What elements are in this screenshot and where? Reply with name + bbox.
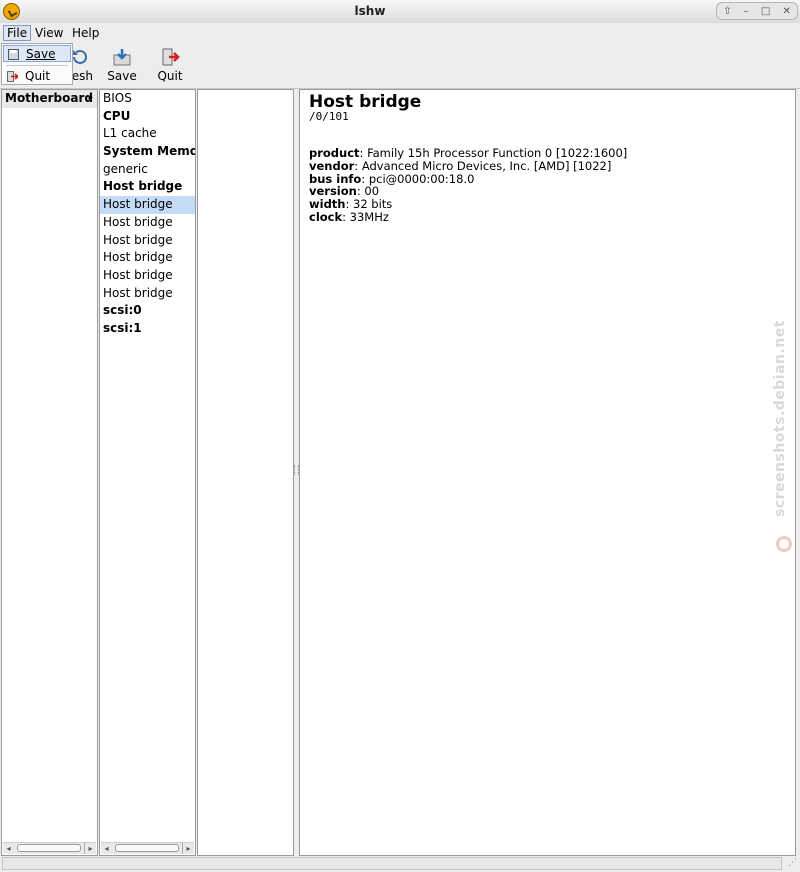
list-item[interactable]: Host bridge — [100, 178, 195, 196]
quit-button[interactable]: Quit — [145, 47, 195, 83]
device-title: Host bridge — [309, 92, 422, 112]
list-item[interactable]: Host bridge — [100, 214, 195, 232]
list-item[interactable]: Host bridge — [100, 249, 195, 267]
list-item[interactable]: generic — [100, 161, 195, 179]
toolbar: resh Save Quit — [0, 43, 800, 89]
device-properties: product: Family 15h Processor Function 0… — [309, 147, 627, 224]
menu-help[interactable]: Help — [69, 25, 102, 41]
save-icon — [113, 49, 131, 66]
list-item[interactable]: Host bridge — [100, 267, 195, 285]
property-separator: : — [342, 209, 350, 224]
menu-bar: File View Help — [0, 23, 800, 43]
property-row: clock: 33MHz — [309, 211, 627, 224]
menu-item-save[interactable]: Save — [3, 45, 71, 62]
list-item-motherboard[interactable]: Motherboard ▸ — [2, 90, 97, 108]
save-label: Save — [107, 69, 137, 83]
refresh-icon — [73, 49, 87, 64]
property-key: clock — [309, 209, 343, 224]
title-bar: lshw ⇧ – □ ✕ — [0, 0, 800, 24]
menu-item-quit[interactable]: Quit — [3, 68, 71, 85]
horizontal-scrollbar[interactable]: ◂ ▸ — [3, 842, 96, 854]
save-button[interactable]: Save — [97, 47, 147, 83]
maximize-icon[interactable]: □ — [761, 6, 770, 17]
scroll-left-icon[interactable]: ◂ — [3, 843, 14, 854]
scrollbar-thumb[interactable] — [17, 844, 81, 852]
scrollbar-thumb[interactable] — [115, 844, 179, 852]
list-item[interactable]: CPU — [100, 108, 195, 126]
list-item[interactable]: scsi:0 — [100, 302, 195, 320]
list-item[interactable]: BIOS — [100, 90, 195, 108]
subdevice-pane[interactable] — [197, 89, 294, 856]
menu-item-save-label: Save — [26, 47, 56, 61]
status-bar: ⋰ — [0, 856, 800, 872]
device-path: /0/101 — [309, 110, 349, 123]
list-item[interactable]: Host bridge — [100, 196, 195, 214]
resize-grip-icon[interactable]: ⋰ — [788, 858, 797, 868]
property-value: 33MHz — [349, 209, 389, 224]
horizontal-scrollbar[interactable]: ◂ ▸ — [101, 842, 194, 854]
window-controls: ⇧ – □ ✕ — [716, 2, 798, 20]
menu-view[interactable]: View — [32, 25, 66, 41]
menu-file[interactable]: File — [3, 25, 32, 41]
debian-logo-icon — [776, 536, 792, 552]
menu-item-quit-label: Quit — [25, 69, 51, 83]
list-item[interactable]: L1 cache — [100, 125, 195, 143]
scroll-right-icon[interactable]: ▸ — [182, 843, 194, 854]
list-item[interactable]: scsi:1 — [100, 320, 195, 338]
status-field — [2, 857, 782, 870]
quit-icon — [7, 71, 18, 82]
scroll-right-icon[interactable]: ▸ — [84, 843, 96, 854]
quit-label: Quit — [157, 69, 183, 83]
close-icon[interactable]: ✕ — [783, 6, 791, 17]
property-value: pci@0000:00:18.0 — [368, 171, 475, 186]
quit-icon — [162, 48, 180, 66]
shade-icon[interactable]: ⇧ — [723, 6, 731, 17]
list-item[interactable]: System Memor — [100, 143, 195, 161]
category-pane[interactable]: Motherboard ▸ ◂ ▸ — [1, 89, 98, 856]
device-list: BIOS CPU L1 cache System Memor generic Host b… — [100, 90, 195, 338]
save-icon — [8, 49, 19, 60]
expand-arrow-icon: ▸ — [88, 93, 93, 103]
list-item[interactable]: Host bridge — [100, 285, 195, 303]
scroll-left-icon[interactable]: ◂ — [101, 843, 112, 854]
watermark-text: screenshots.debian.net — [772, 320, 788, 517]
file-menu-dropdown: Save Quit — [1, 43, 73, 85]
detail-pane: Host bridge /0/101 product: Family 15h P… — [299, 89, 796, 856]
watermark: screenshots.debian.net — [772, 320, 800, 560]
window-title: lshw — [354, 4, 386, 18]
minimize-icon[interactable]: – — [744, 6, 749, 17]
device-pane[interactable]: BIOS CPU L1 cache System Memor generic Host b… — [99, 89, 196, 856]
list-item[interactable]: Host bridge — [100, 232, 195, 250]
menu-separator — [6, 65, 68, 66]
